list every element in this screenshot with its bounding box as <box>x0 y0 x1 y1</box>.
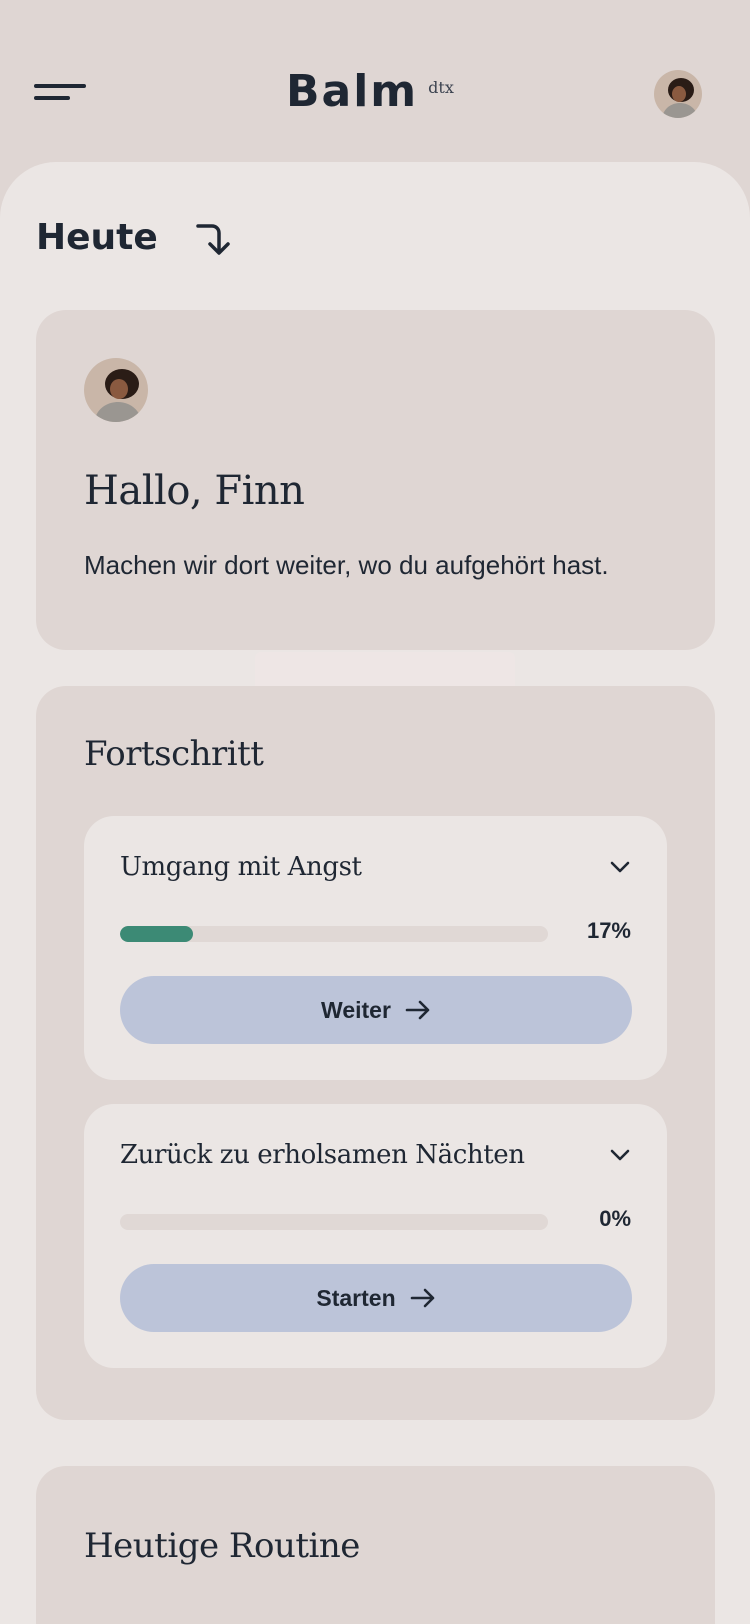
start-button-label: Starten <box>316 1284 396 1311</box>
logo-superscript: dtx <box>428 78 454 97</box>
main-sheet: Heute Hallo, Finn Machen wir dort weiter… <box>0 162 750 1624</box>
greeting-card: Hallo, Finn Machen wir dort weiter, wo d… <box>36 310 715 650</box>
arrow-turn-down-icon <box>196 224 230 255</box>
course-card: Umgang mit Angst 17% Weiter <box>84 816 667 1080</box>
course-card: Zurück zu erholsamen Nächten 0% Starten <box>84 1104 667 1368</box>
progress-title: Fortschritt <box>84 734 264 774</box>
menu-icon[interactable] <box>34 82 86 104</box>
continue-button-label: Weiter <box>321 996 391 1023</box>
app-screen: Balm dtx Heute Hallo, Finn Machen wir do… <box>0 0 750 1624</box>
progress-percent: 17% <box>586 918 631 943</box>
logo-wordmark: Balm <box>286 66 419 117</box>
section-title: Heute <box>36 217 158 258</box>
routine-title: Heutige Routine <box>84 1526 360 1566</box>
top-bar: Balm dtx <box>0 0 750 162</box>
progress-card: Fortschritt Umgang mit Angst 17% Weiter <box>36 686 715 1420</box>
profile-avatar[interactable] <box>654 70 702 118</box>
routine-card: Heutige Routine <box>36 1466 715 1624</box>
arrow-right-icon <box>410 1288 434 1308</box>
start-button[interactable]: Starten <box>120 1264 632 1332</box>
section-header: Heute <box>36 214 234 262</box>
progress-bar <box>120 926 548 942</box>
progress-percent: 0% <box>599 1206 631 1231</box>
avatar <box>84 358 148 422</box>
course-title: Zurück zu erholsamen Nächten <box>120 1140 525 1170</box>
arrow-right-icon <box>405 1000 430 1020</box>
course-title: Umgang mit Angst <box>120 852 362 882</box>
progress-bar-fill <box>120 926 193 942</box>
greeting-subtitle: Machen wir dort weiter, wo du aufgehört … <box>84 550 609 580</box>
app-logo: Balm dtx <box>286 62 454 122</box>
greeting-title: Hallo, Finn <box>84 468 305 514</box>
progress-bar <box>120 1214 548 1230</box>
continue-button[interactable]: Weiter <box>120 976 632 1044</box>
chevron-down-icon[interactable] <box>607 1142 633 1168</box>
chevron-down-icon[interactable] <box>607 854 633 880</box>
